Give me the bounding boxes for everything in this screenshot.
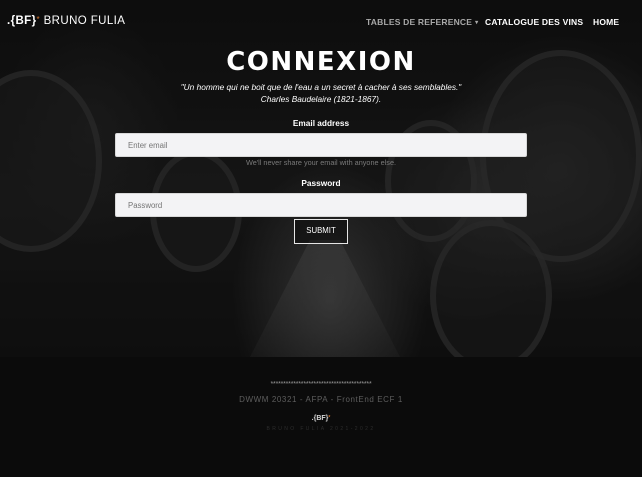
email-field[interactable] <box>115 133 527 157</box>
password-field[interactable] <box>115 193 527 217</box>
brand-name: BRUNO FULIA <box>43 15 126 27</box>
footer-credits: DWWM 20321 - AFPA - FrontEnd ECF 1 <box>239 395 403 404</box>
quote-text: "Un homme qui ne boit que de l'eau a un … <box>180 82 462 92</box>
caret-down-icon: ▾ <box>475 20 479 27</box>
email-help-text: We'll never share your email with anyone… <box>245 158 397 167</box>
footer-divider: **************************************** <box>270 381 372 388</box>
email-label: Email address <box>292 118 350 128</box>
page-title: CONNEXION <box>226 47 416 77</box>
footer-copyright: BRUNO FULIA 2021-2022 <box>266 426 376 432</box>
quote-author: Charles Baudelaire (1821-1867). <box>260 94 382 104</box>
footer-logo: .{BF}* <box>311 415 331 422</box>
password-label: Password <box>301 178 341 188</box>
brand-logo[interactable]: .{BF}* BRUNO FULIA <box>7 15 125 27</box>
nav-tables-de-reference-dropdown[interactable]: TABLES DE REFERENCE ▾ <box>366 17 478 27</box>
nav-home[interactable]: HOME <box>593 17 619 27</box>
navbar: .{BF}* BRUNO FULIA TABLES DE REFERENCE ▾ … <box>0 0 642 46</box>
submit-button[interactable]: SUBMIT <box>294 219 348 244</box>
nav-catalogue-des-vins[interactable]: CATALOGUE DES VINS <box>485 17 583 27</box>
footer: ****************************************… <box>0 357 642 477</box>
